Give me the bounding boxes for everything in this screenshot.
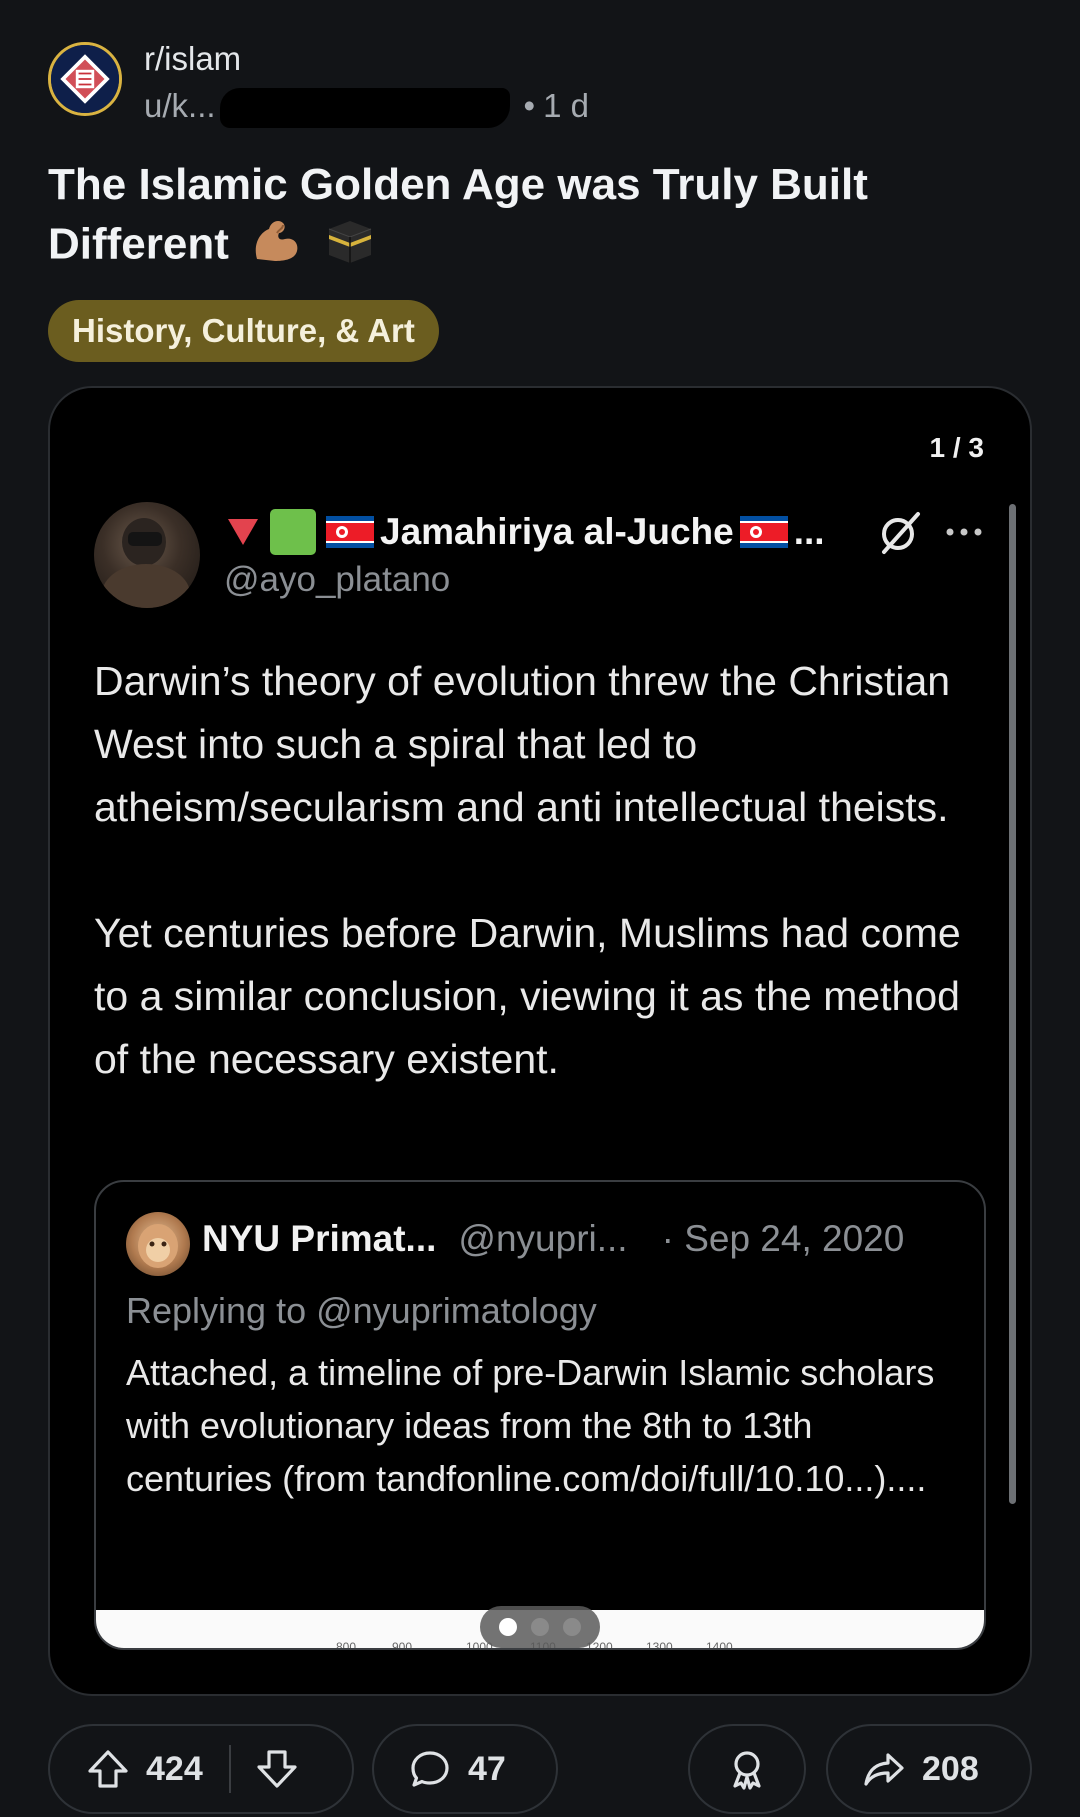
post-title[interactable]: The Islamic Golden Age was Truly Built D… — [48, 156, 1008, 281]
quoted-reply-to: Replying to @nyuprimatology — [126, 1290, 597, 1331]
quoted-handle: @nyupri... — [458, 1218, 628, 1259]
upvote-icon[interactable] — [86, 1747, 130, 1791]
post-flair[interactable]: History, Culture, & Art — [48, 300, 439, 362]
comment-icon — [411, 1751, 449, 1787]
green-square-icon — [270, 509, 316, 555]
north-korea-flag-icon — [326, 516, 374, 548]
comment-count: 47 — [468, 1749, 506, 1788]
comments-button[interactable]: 47 — [372, 1724, 558, 1814]
tweet-display-name: Jamahiriya al-Juche — [380, 511, 734, 552]
author-line: u/k... • 1 d — [144, 86, 589, 128]
more-options-icon[interactable] — [940, 506, 988, 558]
upvote-count: 424 — [146, 1749, 203, 1788]
award-button[interactable] — [688, 1724, 806, 1814]
share-count: 208 — [922, 1749, 979, 1788]
quoted-date: · Sep 24, 2020 — [661, 1218, 905, 1259]
quoted-tweet[interactable]: NYU Primat... @nyupri... · Sep 24, 2020 … — [94, 1180, 986, 1650]
post-header: r/islam u/k... • 1 d — [48, 40, 1032, 150]
post-action-bar: 424 47 208 — [48, 1724, 1032, 1814]
pager-dot[interactable] — [531, 1618, 549, 1636]
post-time: 1 d — [543, 87, 589, 124]
tweet-author-row: Jamahiriya al-Juche ... — [228, 506, 825, 558]
gallery-counter: 1 / 3 — [929, 432, 984, 463]
timeline-tick: 1400 — [706, 1640, 733, 1650]
redaction-mark — [219, 88, 510, 128]
separator-dot: • — [523, 87, 536, 124]
gallery-pager[interactable] — [480, 1606, 600, 1648]
north-korea-flag-icon — [739, 516, 788, 548]
quoted-header: NYU Primat... @nyupri... · Sep 24, 2020 — [202, 1218, 904, 1260]
quoted-body: Attached, a timeline of pre-Darwin Islam… — [126, 1352, 935, 1499]
subreddit-name[interactable]: r/islam — [144, 40, 241, 78]
share-button[interactable]: 208 — [826, 1724, 1032, 1814]
pager-dot-active[interactable] — [499, 1618, 517, 1636]
quoted-author-avatar — [126, 1212, 190, 1276]
scrollbar — [1009, 504, 1016, 1504]
media-gallery[interactable]: 1 / 3 Jamahiriya al-Juche ... @ayo_plata… — [48, 386, 1032, 1696]
vote-divider — [228, 1745, 231, 1793]
subreddit-logo-icon — [51, 45, 119, 113]
grok-icon[interactable] — [874, 506, 926, 558]
tweet-paragraph: Darwin’s theory of evolution threw the C… — [94, 658, 951, 830]
tweet-author-avatar — [94, 502, 200, 608]
quoted-display-name: NYU Primat... — [202, 1218, 437, 1259]
award-icon — [733, 1751, 761, 1790]
subreddit-avatar[interactable] — [48, 42, 122, 116]
flexed-biceps-emoji — [249, 215, 303, 279]
red-down-triangle-icon — [228, 519, 258, 545]
share-icon — [864, 1753, 904, 1786]
vote-control: 424 — [48, 1724, 354, 1814]
pager-dot[interactable] — [563, 1618, 581, 1636]
tweet-paragraph: Yet centuries before Darwin, Muslims had… — [94, 910, 961, 1082]
timeline-tick: 900 — [392, 1640, 413, 1650]
downvote-icon[interactable] — [255, 1747, 299, 1791]
timeline-tick: 800 — [336, 1640, 357, 1650]
author-name[interactable]: u/k... — [144, 87, 216, 125]
tweet-handle: @ayo_platano — [224, 560, 451, 599]
timeline-tick: 1300 — [646, 1640, 673, 1650]
name-ellipsis: ... — [793, 511, 825, 552]
tweet-body: Darwin’s theory of evolution threw the C… — [94, 650, 994, 1091]
post-title-text: The Islamic Golden Age was Truly Built D… — [48, 160, 868, 269]
kaaba-emoji — [323, 213, 377, 281]
